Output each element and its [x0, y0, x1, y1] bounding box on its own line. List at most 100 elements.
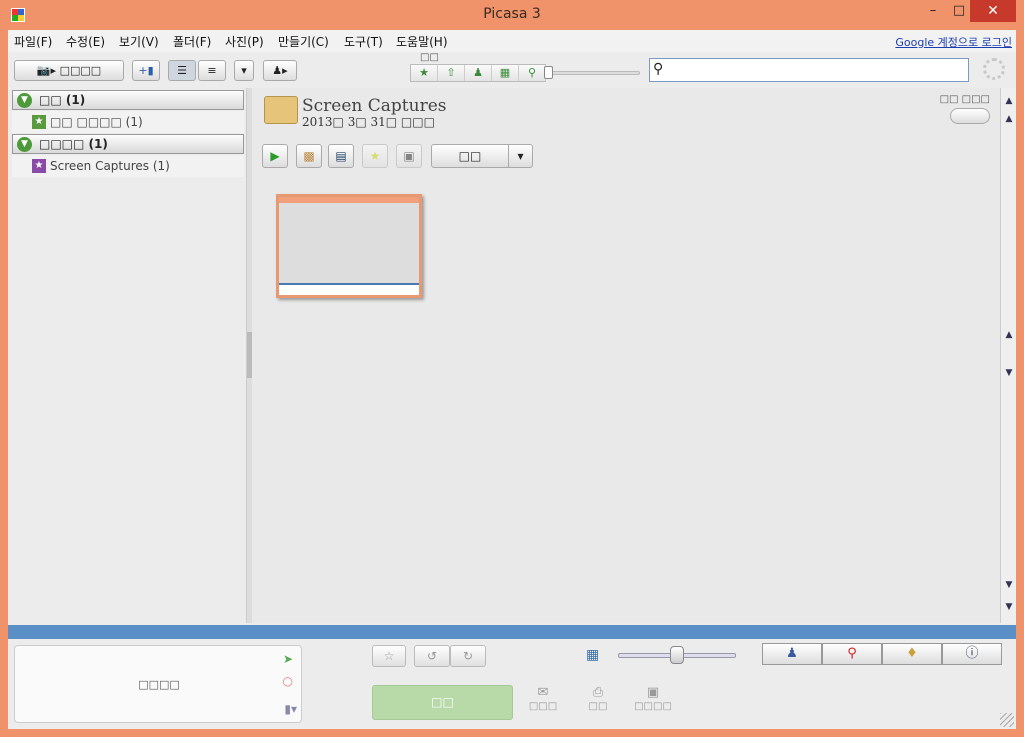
section-1-label: □□ (1)	[39, 93, 86, 107]
star-filter-button[interactable]: ★	[411, 65, 438, 81]
star-outline-icon: ☆	[383, 649, 395, 663]
rotate-left-button[interactable]: ↺	[414, 645, 450, 667]
folder-options-link[interactable]: □□ □□□	[940, 94, 990, 105]
people-filter-button[interactable]: ♟	[465, 65, 492, 81]
import-label: □□□□	[59, 64, 102, 77]
upload-button[interactable]: □□	[372, 685, 513, 720]
pin-icon[interactable]: ➤	[283, 652, 293, 666]
slideshow-button[interactable]: ▶	[262, 144, 288, 168]
film-icon: ▦	[499, 66, 511, 79]
photo-tray[interactable]: □□□□ ➤ ○ ▮▾	[14, 645, 302, 723]
menu-file[interactable]: 파일(F)	[14, 33, 52, 50]
movie-button[interactable]: ▤	[328, 144, 354, 168]
scroll-down-icon[interactable]: ▼	[1001, 578, 1017, 592]
collapse-arrow-icon[interactable]: ▼	[17, 93, 32, 108]
scroll-up-icon[interactable]: ▲	[1001, 112, 1017, 126]
album-icon: ★	[32, 115, 46, 129]
collapse-arrow-icon[interactable]: ▼	[17, 137, 32, 152]
photo-tray-panel: □□□□ ➤ ○ ▮▾ ☆ ↺ ↻ ▦ ♟ ⚲ ♦ ⓘ □□ ✉ □□□ ⎙ □…	[8, 639, 1016, 729]
list-view-button[interactable]: ☰	[168, 60, 196, 81]
email-label: □□□	[528, 701, 558, 712]
filter-label: □□	[420, 52, 439, 63]
scroll-top-icon[interactable]: ▲	[1001, 94, 1017, 108]
menu-help[interactable]: 도움말(H)	[396, 33, 448, 50]
rotate-left-icon: ↺	[426, 649, 438, 663]
filter-slider-track[interactable]	[548, 71, 640, 75]
thumbnail-titlebar	[279, 197, 419, 203]
window-title: Picasa 3	[483, 6, 541, 22]
zoom-slider-knob[interactable]	[670, 646, 684, 664]
section-header-2[interactable]: ▼ □□□□ (1)	[12, 134, 244, 154]
loading-spinner-icon	[983, 58, 1005, 80]
album-item-label: □□ □□□□ (1)	[50, 115, 143, 129]
upload-filter-button[interactable]: ⇧	[438, 65, 465, 81]
picasa-window: Picasa 3 – □ ✕ 파일(F) 수정(E) 보기(V) 폴더(F) 사…	[0, 0, 1024, 737]
menu-edit[interactable]: 수정(E)	[66, 33, 105, 50]
folder-title: Screen Captures	[302, 96, 447, 116]
video-filter-button[interactable]: ▦	[492, 65, 519, 81]
info-icon: ⓘ	[965, 646, 979, 661]
thumbnail-bottom	[279, 283, 419, 295]
import-button[interactable]: 📷▸ □□□□	[14, 60, 124, 81]
action-dropdown[interactable]: □□ ▾	[431, 144, 533, 168]
chevron-down-icon: ▾	[241, 64, 247, 77]
export-button[interactable]: ▣ □□□□	[632, 685, 674, 712]
places-panel-button[interactable]: ⚲	[822, 643, 882, 665]
page-up-icon[interactable]: ▲	[1001, 328, 1017, 342]
library-view: Screen Captures 2013□ 3□ 31□ □□□ □□ □□□ …	[252, 88, 1000, 623]
arrow-up-icon: ⇧	[446, 66, 456, 79]
pin-icon: ⚲	[527, 66, 537, 79]
people-button[interactable]: ♟▸	[263, 60, 297, 81]
search-icon: ⚲	[653, 61, 664, 77]
star-button[interactable]: ☆	[372, 645, 406, 667]
print-button[interactable]: ⎙ □□	[586, 685, 610, 712]
star-icon: ★	[419, 66, 429, 79]
rotate-right-icon: ↻	[462, 649, 474, 663]
resize-grip-icon[interactable]	[1000, 713, 1014, 727]
chevron-down-icon: ▾	[508, 145, 532, 167]
menu-create[interactable]: 만들기(C)	[278, 33, 329, 50]
menu-view[interactable]: 보기(V)	[119, 33, 159, 50]
save-button[interactable]: ▣	[396, 144, 422, 168]
menu-photo[interactable]: 사진(P)	[225, 33, 264, 50]
rotate-right-button[interactable]: ↻	[450, 645, 486, 667]
map-pin-icon: ⚲	[847, 646, 857, 661]
filter-slider-knob[interactable]	[544, 66, 553, 79]
star-icon: ★	[369, 149, 381, 163]
vertical-scrollbar[interactable]: ▲ ▲ ▲ ▼ ▼ ▼	[1000, 88, 1016, 623]
people-panel-button[interactable]: ♟	[762, 643, 822, 665]
folder-album-icon: ★	[32, 159, 46, 173]
album-item[interactable]: ★ □□ □□□□ (1)	[12, 111, 244, 133]
tag-icon: ♦	[906, 646, 918, 661]
menu-folder[interactable]: 폴더(F)	[173, 33, 211, 50]
tree-view-button[interactable]: ≡	[198, 60, 226, 81]
film-icon: ▤	[335, 149, 347, 163]
tray-menu-icon[interactable]: ▮▾	[284, 702, 297, 716]
photo-thumbnail[interactable]	[276, 194, 422, 298]
play-icon: ▶	[270, 149, 280, 163]
tags-panel-button[interactable]: ♦	[882, 643, 942, 665]
section-header-1[interactable]: ▼ □□ (1)	[12, 90, 244, 110]
folder-list-pane: ▼ □□ (1) ★ □□ □□□□ (1) ▼ □□□□ (1) ★ Scre…	[10, 88, 246, 623]
star-button[interactable]: ★	[362, 144, 388, 168]
sync-toggle[interactable]	[950, 108, 990, 124]
filter-bar: ★ ⇧ ♟ ▦ ⚲	[410, 64, 546, 82]
view-dropdown-button[interactable]: ▾	[234, 60, 254, 81]
printer-icon: ⎙	[592, 685, 604, 700]
clear-icon[interactable]: ○	[283, 674, 293, 688]
collage-button[interactable]: ▩	[296, 144, 322, 168]
google-login-link[interactable]: Google 계정으로 로그인	[895, 34, 1012, 50]
geotag-filter-button[interactable]: ⚲	[519, 65, 546, 81]
info-panel-button[interactable]: ⓘ	[942, 643, 1002, 665]
folder-item-label: Screen Captures (1)	[50, 159, 170, 173]
add-album-button[interactable]: +▮	[132, 60, 160, 81]
email-button[interactable]: ✉ □□□	[528, 685, 558, 712]
page-down-icon[interactable]: ▼	[1001, 366, 1017, 380]
zoom-photo-icon: ▦	[586, 647, 600, 663]
close-button[interactable]: ✕	[970, 0, 1016, 22]
search-input[interactable]: ⚲	[649, 58, 969, 82]
menu-tools[interactable]: 도구(T)	[344, 33, 383, 50]
tray-label: □□□□	[138, 678, 180, 691]
folder-item-screen-captures[interactable]: ★ Screen Captures (1)	[12, 155, 244, 177]
scroll-bottom-icon[interactable]: ▼	[1001, 600, 1017, 614]
